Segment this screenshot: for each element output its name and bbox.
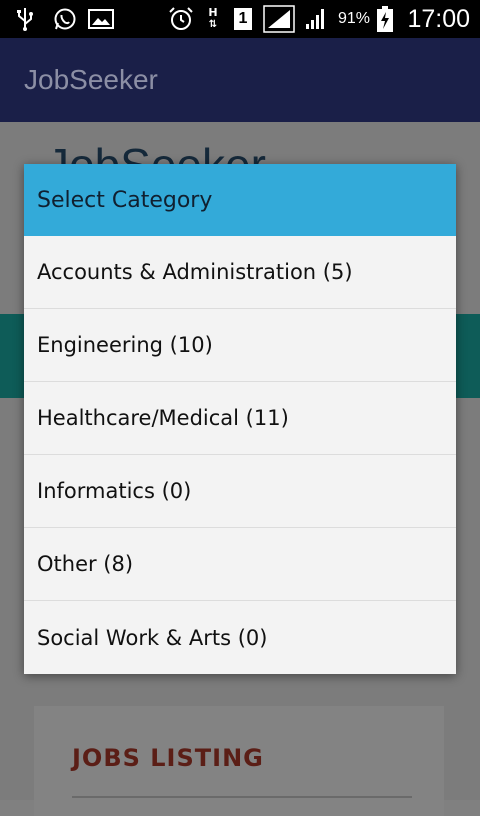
alarm-icon: [166, 0, 196, 38]
whatsapp-icon: [50, 0, 80, 38]
jobs-listing-title: JOBS LISTING: [72, 744, 264, 772]
category-item-informatics[interactable]: Informatics (0): [24, 455, 456, 528]
battery-charging-icon: [374, 0, 396, 38]
sim-icon: 1: [232, 0, 254, 38]
dialog-title: Select Category: [24, 164, 456, 236]
select-category-dialog: Select Category Accounts & Administratio…: [24, 164, 456, 674]
signal-icon: [302, 0, 330, 38]
category-list: Accounts & Administration (5) Engineerin…: [24, 236, 456, 674]
category-item-accounts[interactable]: Accounts & Administration (5): [24, 236, 456, 309]
status-bar: H ⇅ 1 91% 17:00: [0, 0, 480, 38]
network-type-label: H: [208, 6, 218, 19]
divider: [72, 796, 412, 798]
category-item-healthcare[interactable]: Healthcare/Medical (11): [24, 382, 456, 455]
category-item-social-work[interactable]: Social Work & Arts (0): [24, 601, 456, 674]
category-item-other[interactable]: Other (8): [24, 528, 456, 601]
clock: 17:00: [407, 4, 470, 33]
battery-percent: 91%: [338, 10, 371, 27]
signal-icon: [262, 0, 296, 38]
gallery-icon: [86, 0, 116, 38]
category-item-engineering[interactable]: Engineering (10): [24, 309, 456, 382]
usb-icon: [10, 0, 40, 38]
sim-slot-label: 1: [234, 8, 252, 30]
app-title: JobSeeker: [24, 64, 158, 95]
app-bar: JobSeeker: [0, 38, 480, 122]
data-transfer-icon: H ⇅: [208, 6, 218, 31]
